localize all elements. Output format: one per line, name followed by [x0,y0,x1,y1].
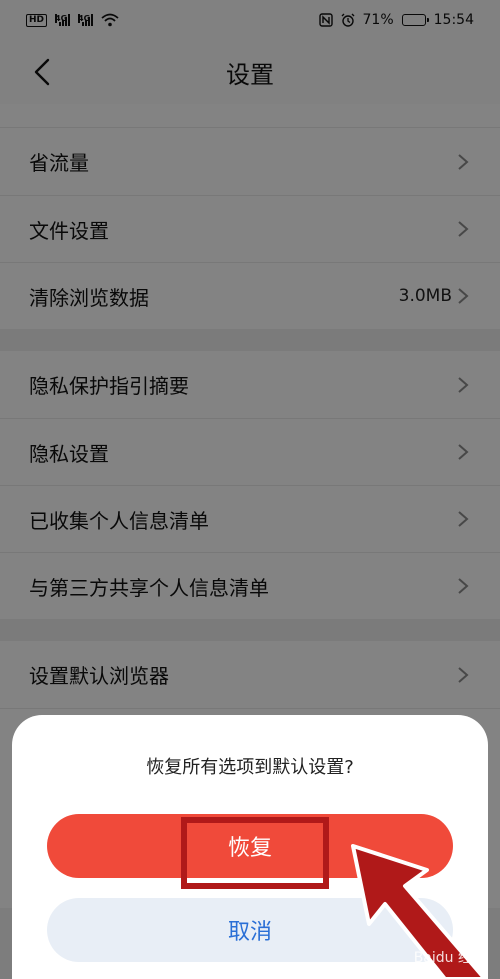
dialog-message: 恢复所有选项到默认设置? [146,757,354,778]
annotation-highlight-box [181,817,329,889]
baidu-watermark: Baidu 经验 [413,950,486,966]
